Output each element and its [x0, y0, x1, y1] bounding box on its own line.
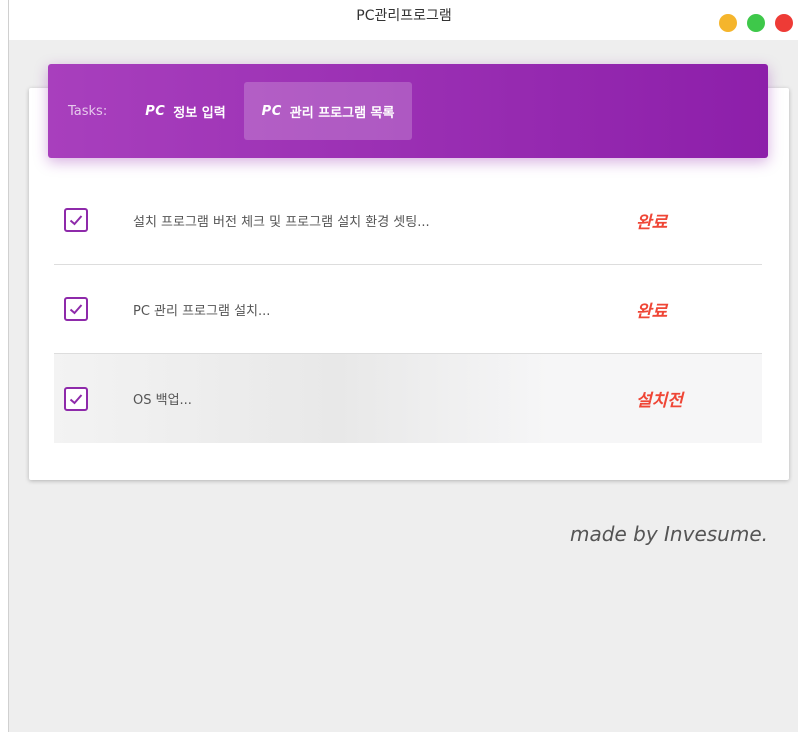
tab-label: 정보 입력: [173, 105, 226, 121]
tasks-label: Tasks:: [68, 103, 108, 119]
task-status: 완료: [636, 212, 668, 233]
table-row: PC 관리 프로그램 설치... 완료: [54, 265, 762, 354]
tab-program-list[interactable]: PC 관리 프로그램 목록: [243, 82, 413, 140]
tab-label: 관리 프로그램 목록: [289, 105, 395, 121]
check-icon: [69, 215, 83, 226]
pc-icon: PC: [145, 103, 166, 119]
task-text: PC 관리 프로그램 설치...: [133, 303, 271, 319]
tabs-header: Tasks: PC 정보 입력 PC 관리 프로그램 목록: [48, 64, 768, 158]
task-list: 설치 프로그램 버전 체크 및 프로그램 설치 환경 셋팅... 완료 PC 관…: [54, 176, 762, 443]
minimize-button[interactable]: [719, 14, 737, 32]
app-window: PC관리프로그램 Tasks: PC 정보 입력 PC 관리 프로그램 목록 설…: [8, 0, 798, 732]
task-checkbox[interactable]: [64, 297, 88, 321]
title-bar: PC관리프로그램: [9, 0, 798, 40]
close-button[interactable]: [775, 14, 793, 32]
table-row: OS 백업... 설치전: [54, 354, 762, 443]
maximize-button[interactable]: [747, 14, 765, 32]
task-text: OS 백업...: [133, 393, 192, 408]
task-text: 설치 프로그램 버전 체크 및 프로그램 설치 환경 셋팅...: [133, 214, 430, 230]
task-status: 설치전: [636, 391, 683, 411]
table-row: 설치 프로그램 버전 체크 및 프로그램 설치 환경 셋팅... 완료: [54, 176, 762, 265]
task-status: 완료: [636, 301, 668, 322]
window-title: PC관리프로그램: [356, 8, 452, 24]
tab-info-input[interactable]: PC 정보 입력: [127, 82, 243, 140]
task-checkbox[interactable]: [64, 386, 88, 411]
pc-icon: PC: [261, 103, 282, 119]
check-icon: [69, 304, 83, 315]
footer-credit: made by Invesume.: [570, 522, 768, 546]
check-icon: [69, 393, 83, 404]
task-checkbox[interactable]: [64, 208, 88, 232]
